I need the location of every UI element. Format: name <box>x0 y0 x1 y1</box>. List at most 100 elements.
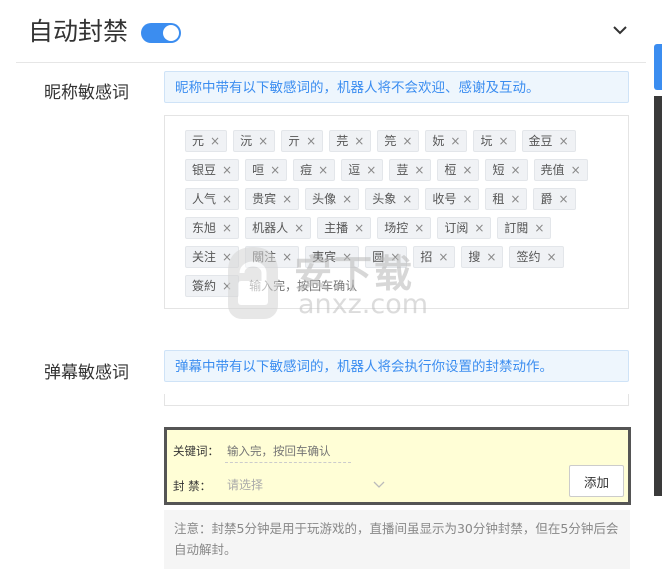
close-icon[interactable]: × <box>222 159 232 181</box>
sensitive-word-tag: 订阅 × <box>437 217 492 239</box>
barrage-label: 弹幕敏感词 <box>44 363 129 383</box>
sensitive-word-tag: 头像 × <box>305 188 360 210</box>
close-icon[interactable]: × <box>222 217 232 239</box>
tag-label: 关注 <box>192 250 217 264</box>
close-icon[interactable]: × <box>306 130 316 152</box>
auto-ban-panel: 自动封禁 昵称敏感词 昵称中带有以下敏感词的，机器人将不会欢迎、感谢及互动。 元… <box>16 0 646 569</box>
sensitive-word-tag: 元 × <box>185 130 228 152</box>
sensitive-word-tag: 关注 × <box>185 246 240 268</box>
side-dark-panel <box>654 96 662 496</box>
footnote: 注意：封禁5分钟是用于玩游戏的，直播间虽显示为30分钟封禁，但在5分钟后会自动解… <box>164 510 630 569</box>
sensitive-word-tag: 贵宾 × <box>245 188 300 210</box>
close-icon[interactable]: × <box>318 159 328 181</box>
chevron-down-icon <box>373 481 385 488</box>
tag-label: 圆 <box>372 250 385 264</box>
tag-label: 金豆 <box>528 134 553 148</box>
close-icon[interactable]: × <box>270 159 280 181</box>
tag-label: 咺 <box>252 163 265 177</box>
close-icon[interactable]: × <box>474 217 484 239</box>
chevron-down-icon[interactable] <box>610 20 630 40</box>
close-icon[interactable]: × <box>414 159 424 181</box>
sensitive-word-tag: 银豆 × <box>185 159 240 181</box>
tag-label: 银豆 <box>192 163 217 177</box>
tag-label: 夷宾 <box>312 250 337 264</box>
close-icon[interactable]: × <box>258 130 268 152</box>
sensitive-word-tag: 收号 × <box>425 188 480 210</box>
sensitive-word-tag: 租 × <box>485 188 528 210</box>
ban-select-placeholder: 请选择 <box>227 478 264 492</box>
tag-label: 訂閱 <box>504 221 529 235</box>
close-icon[interactable]: × <box>462 188 472 210</box>
tag-label: 痘 <box>300 163 313 177</box>
close-icon[interactable]: × <box>342 188 352 210</box>
sensitive-word-tag: 爵 × <box>533 188 576 210</box>
close-icon[interactable]: × <box>354 130 364 152</box>
tag-label: 關注 <box>252 250 277 264</box>
close-icon[interactable]: × <box>414 217 424 239</box>
tag-label: 尭值 <box>540 163 565 177</box>
tag-list: 元 × 沅 × 亓 × 芫 × 笎 × 妧 × 坃 × 金豆 × 银豆 × 咺 × 痘 × 逗 × 荳 × 梪 × 短 × 尭值 × 人气 × 贵宾… <box>185 130 614 304</box>
tag-label: 笎 <box>384 134 397 148</box>
close-icon[interactable]: × <box>402 188 412 210</box>
keyword-label: 关键词： <box>173 444 219 458</box>
tag-label: 短 <box>492 163 505 177</box>
tag-label: 坃 <box>480 134 493 148</box>
tag-label: 搜 <box>468 250 481 264</box>
toggle-knob <box>163 25 179 41</box>
close-icon[interactable]: × <box>390 246 400 268</box>
tag-label: 逗 <box>348 163 361 177</box>
sensitive-word-tag: 痘 × <box>293 159 336 181</box>
close-icon[interactable]: × <box>294 217 304 239</box>
sensitive-word-tag: 妧 × <box>425 130 468 152</box>
sensitive-word-tag: 主播 × <box>317 217 372 239</box>
close-icon[interactable]: × <box>546 246 556 268</box>
auto-ban-toggle[interactable] <box>141 23 181 43</box>
side-accent-tab[interactable] <box>654 44 662 90</box>
close-icon[interactable]: × <box>498 130 508 152</box>
close-icon[interactable]: × <box>534 217 544 239</box>
close-icon[interactable]: × <box>486 246 496 268</box>
sensitive-word-tag: 簽約 × <box>185 275 240 297</box>
sensitive-word-tag: 沅 × <box>233 130 276 152</box>
close-icon[interactable]: × <box>222 188 232 210</box>
tag-label: 主播 <box>324 221 349 235</box>
keyword-input[interactable] <box>225 440 351 463</box>
close-icon[interactable]: × <box>366 159 376 181</box>
sensitive-word-tag: 东旭 × <box>185 217 240 239</box>
close-icon[interactable]: × <box>354 217 364 239</box>
close-icon[interactable]: × <box>571 159 581 181</box>
tag-input[interactable] <box>245 275 364 297</box>
close-icon[interactable]: × <box>282 188 292 210</box>
sensitive-word-tag: 短 × <box>485 159 528 181</box>
sensitive-word-tag: 笎 × <box>377 130 420 152</box>
barrage-note: 弹幕中带有以下敏感词的，机器人将会执行你设置的封禁动作。 <box>164 350 629 382</box>
close-icon[interactable]: × <box>510 188 520 210</box>
close-icon[interactable]: × <box>282 246 292 268</box>
tag-label: 招 <box>420 250 433 264</box>
sensitive-word-tag: 關注 × <box>245 246 300 268</box>
sensitive-word-tag: 搜 × <box>461 246 504 268</box>
close-icon[interactable]: × <box>438 246 448 268</box>
sensitive-word-tag: 亓 × <box>281 130 324 152</box>
ban-select[interactable]: 请选择 <box>225 473 387 497</box>
sensitive-word-tag: 头象 × <box>365 188 420 210</box>
close-icon[interactable]: × <box>210 130 220 152</box>
barrage-tag-box[interactable] <box>164 394 629 406</box>
close-icon[interactable]: × <box>402 130 412 152</box>
tag-label: 人气 <box>192 192 217 206</box>
sensitive-word-tag: 荳 × <box>389 159 432 181</box>
tag-label: 贵宾 <box>252 192 277 206</box>
ban-label: 封 禁： <box>173 479 212 493</box>
nickname-tag-box[interactable]: 元 × 沅 × 亓 × 芫 × 笎 × 妧 × 坃 × 金豆 × 银豆 × 咺 × 痘 × 逗 × 荳 × 梪 × 短 × 尭值 × 人气 × 贵宾… <box>164 115 629 309</box>
close-icon[interactable]: × <box>559 130 569 152</box>
page-title: 自动封禁 <box>28 17 129 46</box>
close-icon[interactable]: × <box>510 159 520 181</box>
close-icon[interactable]: × <box>222 275 232 297</box>
close-icon[interactable]: × <box>222 246 232 268</box>
close-icon[interactable]: × <box>462 159 472 181</box>
close-icon[interactable]: × <box>450 130 460 152</box>
add-button[interactable]: 添加 <box>569 465 624 497</box>
close-icon[interactable]: × <box>342 246 352 268</box>
nickname-note: 昵称中带有以下敏感词的，机器人将不会欢迎、感谢及互动。 <box>164 71 629 103</box>
close-icon[interactable]: × <box>558 188 568 210</box>
